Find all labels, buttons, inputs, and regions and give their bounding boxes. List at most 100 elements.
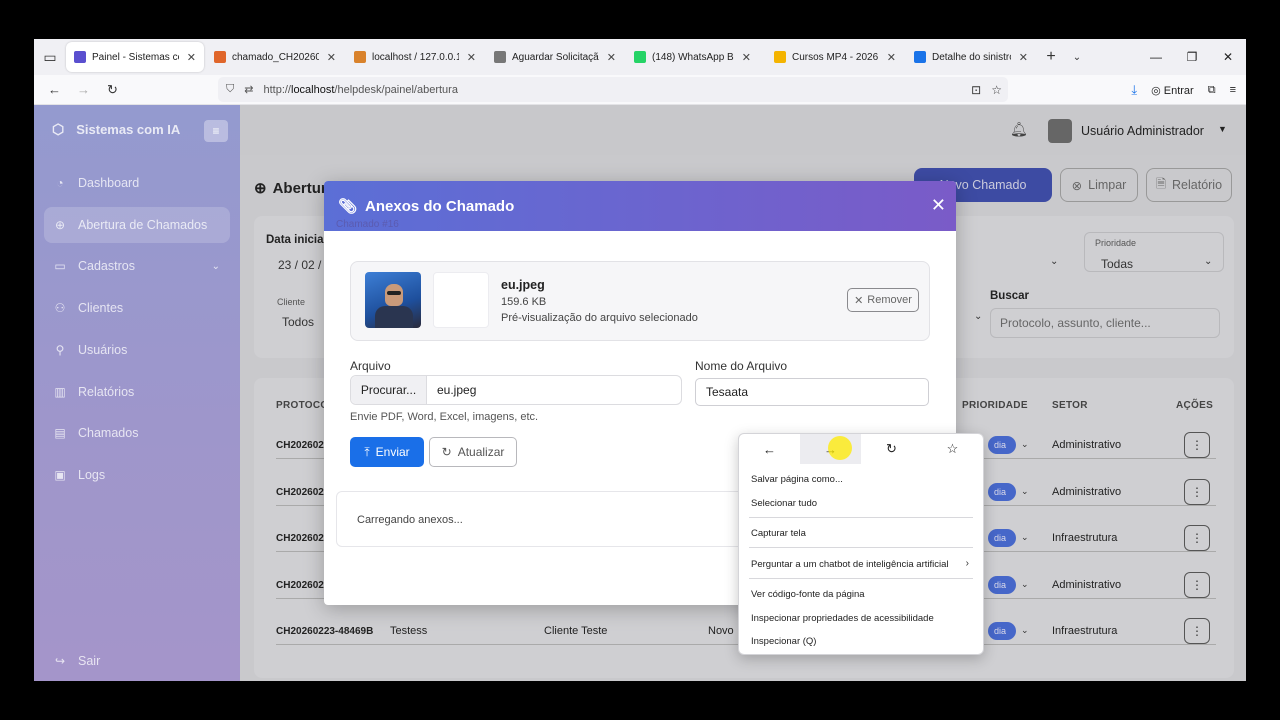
row-actions-button[interactable]: ⋮ (1184, 571, 1210, 598)
priority-badge[interactable]: dia (988, 482, 1016, 501)
sidebar-item-dashboard[interactable]: ◔ Dashboard (44, 165, 230, 201)
browser-tab[interactable]: (148) WhatsApp B ✕ (626, 42, 764, 72)
ctx-inspect[interactable]: Inspecionar (Q) (751, 636, 816, 647)
sidebar-item-clientes[interactable]: ⚇ Clientes (44, 290, 230, 326)
row-actions-button[interactable]: ⋮ (1184, 525, 1210, 551)
signin-button[interactable]: ◎ Entrar (1151, 84, 1194, 97)
clear-button[interactable]: ⊗ Limpar (1060, 168, 1138, 202)
send-button[interactable]: ⤒ Enviar (350, 437, 424, 467)
file-name-input[interactable]: Tesaata (695, 378, 929, 406)
bookmark-star-icon[interactable]: ☆ (991, 83, 1002, 97)
start-date-input[interactable]: 23 / 02 / (278, 258, 321, 272)
avatar[interactable] (1048, 119, 1072, 143)
ctx-screenshot[interactable]: Capturar tela (751, 528, 806, 539)
priority-badge[interactable]: dia (988, 575, 1016, 594)
user-name[interactable]: Usuário Administrador (1081, 124, 1204, 138)
reload-icon[interactable]: ↻ (861, 434, 922, 464)
file-input[interactable]: Procurar... eu.jpeg (350, 375, 682, 405)
reader-icon[interactable]: ⊡ (971, 83, 981, 97)
sidebar-item-logs[interactable]: ▣ Logs (44, 457, 230, 493)
client-value[interactable]: Todos (282, 315, 314, 329)
ctx-view-source[interactable]: Ver código-fonte da página (751, 589, 865, 600)
tab-title: Painel - Sistemas com (92, 51, 179, 63)
minimize-icon[interactable]: — (1138, 39, 1174, 75)
browser-tab[interactable]: localhost / 127.0.0.1 / l ✕ (346, 42, 484, 72)
file-description: Pré-visualização do arquivo selecionado (501, 312, 698, 324)
ctx-save-page[interactable]: Salvar página como... (751, 474, 843, 485)
row-sector: Administrativo (1052, 439, 1122, 451)
tab-close-icon[interactable]: ✕ (1019, 51, 1028, 64)
shield-icon[interactable]: ⛉ (226, 83, 234, 96)
blank-thumbnail (433, 272, 489, 328)
back-icon[interactable]: ← (40, 82, 69, 97)
tab-dropdown-icon[interactable]: ⌄ (1064, 52, 1090, 63)
browser-tab[interactable]: chamado_CH20260223 ✕ (206, 42, 344, 72)
refresh-button[interactable]: ↻ Atualizar (429, 437, 517, 467)
row-actions-button[interactable]: ⋮ (1184, 618, 1210, 644)
nav-right: ⤓ ◎ Entrar ⧉ ≡ (1131, 75, 1236, 105)
bell-icon[interactable]: 🔔︎ (1010, 121, 1028, 138)
row-actions-button[interactable]: ⋮ (1184, 478, 1210, 505)
permissions-icon[interactable]: ⇄ (244, 83, 253, 96)
caret-down-icon[interactable]: ▼ (1218, 124, 1227, 134)
close-icon[interactable]: ✕ (931, 195, 946, 216)
url-bar[interactable]: ⛉ ⇄ http://localhost/helpdesk/painel/abe… (218, 77, 1008, 102)
search-placeholder: Protocolo, assunto, cliente... (1000, 316, 1151, 330)
tab-close-icon[interactable]: ✕ (742, 51, 751, 64)
modal-header: 📎︎ Anexos do Chamado ✕ (324, 181, 956, 231)
ctx-select-all[interactable]: Selecionar tudo (751, 498, 817, 509)
tab-title: Cursos MP4 - 2026 - G (792, 51, 879, 63)
row-sector: Administrativo (1052, 485, 1122, 498)
file-size: 159.6 KB (501, 296, 547, 308)
back-icon[interactable]: ← (739, 434, 800, 464)
logout-button[interactable]: ↪ Sair (44, 643, 230, 679)
browser-tab[interactable]: Cursos MP4 - 2026 - G ✕ (766, 42, 904, 72)
row-subject: Testess (390, 625, 428, 637)
row-status: Novo (708, 625, 734, 637)
col-priority: PRIORIDADE (962, 400, 1028, 411)
ctx-inspect-accessibility[interactable]: Inspecionar propriedades de acessibilida… (751, 613, 934, 624)
tab-close-icon[interactable]: ✕ (467, 51, 476, 64)
bookmark-star-icon[interactable]: ☆ (922, 434, 983, 464)
image-thumbnail (365, 272, 421, 328)
sidebar-item-cadastros[interactable]: ▭ Cadastros ⌄ (44, 248, 230, 284)
favicon-icon (774, 51, 786, 63)
sidebar-toggle-button[interactable]: ≡ (204, 120, 228, 142)
close-window-icon[interactable]: ✕ (1210, 39, 1246, 75)
download-icon[interactable]: ⤓ (1131, 82, 1137, 98)
separator (749, 578, 973, 579)
sidebar-item-chamados[interactable]: ▤ Chamados (44, 415, 230, 451)
sidebar-item-relat-rios[interactable]: ▥ Relatórios (44, 374, 230, 410)
extensions-icon[interactable]: ⧉ (1208, 84, 1216, 97)
forward-icon[interactable]: → (69, 82, 98, 97)
new-tab-button[interactable]: + (1038, 48, 1064, 66)
priority-badge[interactable]: dia (988, 622, 1016, 640)
maximize-icon[interactable]: ❐ (1174, 39, 1210, 75)
priority-badge[interactable]: dia (988, 529, 1016, 547)
tab-close-icon[interactable]: ✕ (607, 51, 616, 64)
tab-list-icon[interactable]: ▭ (34, 39, 66, 75)
col-protocol: PROTOCO (276, 400, 329, 411)
separator (749, 517, 973, 518)
sidebar-item-usu-rios[interactable]: ⚲ Usuários (44, 332, 230, 368)
tab-close-icon[interactable]: ✕ (887, 51, 896, 64)
tab-close-icon[interactable]: ✕ (327, 51, 336, 64)
browse-button[interactable]: Procurar... (351, 376, 427, 404)
plus-circle-icon: ⊕ (54, 217, 66, 232)
remove-button[interactable]: ✕ Remover (847, 288, 919, 312)
tab-close-icon[interactable]: ✕ (187, 51, 196, 64)
priority-badge[interactable]: dia (988, 436, 1016, 454)
chevron-down-icon: ⌄ (1021, 578, 1029, 589)
sidebar-item-abertura-de-chamados[interactable]: ⊕ Abertura de Chamados (44, 206, 230, 243)
plus-circle-icon: ⊕ (254, 180, 267, 197)
row-actions-button[interactable]: ⋮ (1184, 432, 1210, 458)
browser-tab[interactable]: Detalhe do sinistro ✕ (906, 42, 1036, 72)
report-button[interactable]: 🗎︎ Relatório (1146, 168, 1232, 202)
reload-icon[interactable]: ↻ (98, 82, 127, 98)
menu-icon[interactable]: ≡ (1230, 84, 1236, 96)
browser-tab[interactable]: Aguardar Solicitação d ✕ (486, 42, 624, 72)
ctx-ask-chatbot[interactable]: Perguntar a um chatbot de inteligência a… (751, 559, 949, 570)
favicon-icon (74, 51, 86, 63)
priority-value: Todas (1101, 257, 1134, 271)
browser-tab[interactable]: Painel - Sistemas com ✕ (66, 42, 204, 72)
